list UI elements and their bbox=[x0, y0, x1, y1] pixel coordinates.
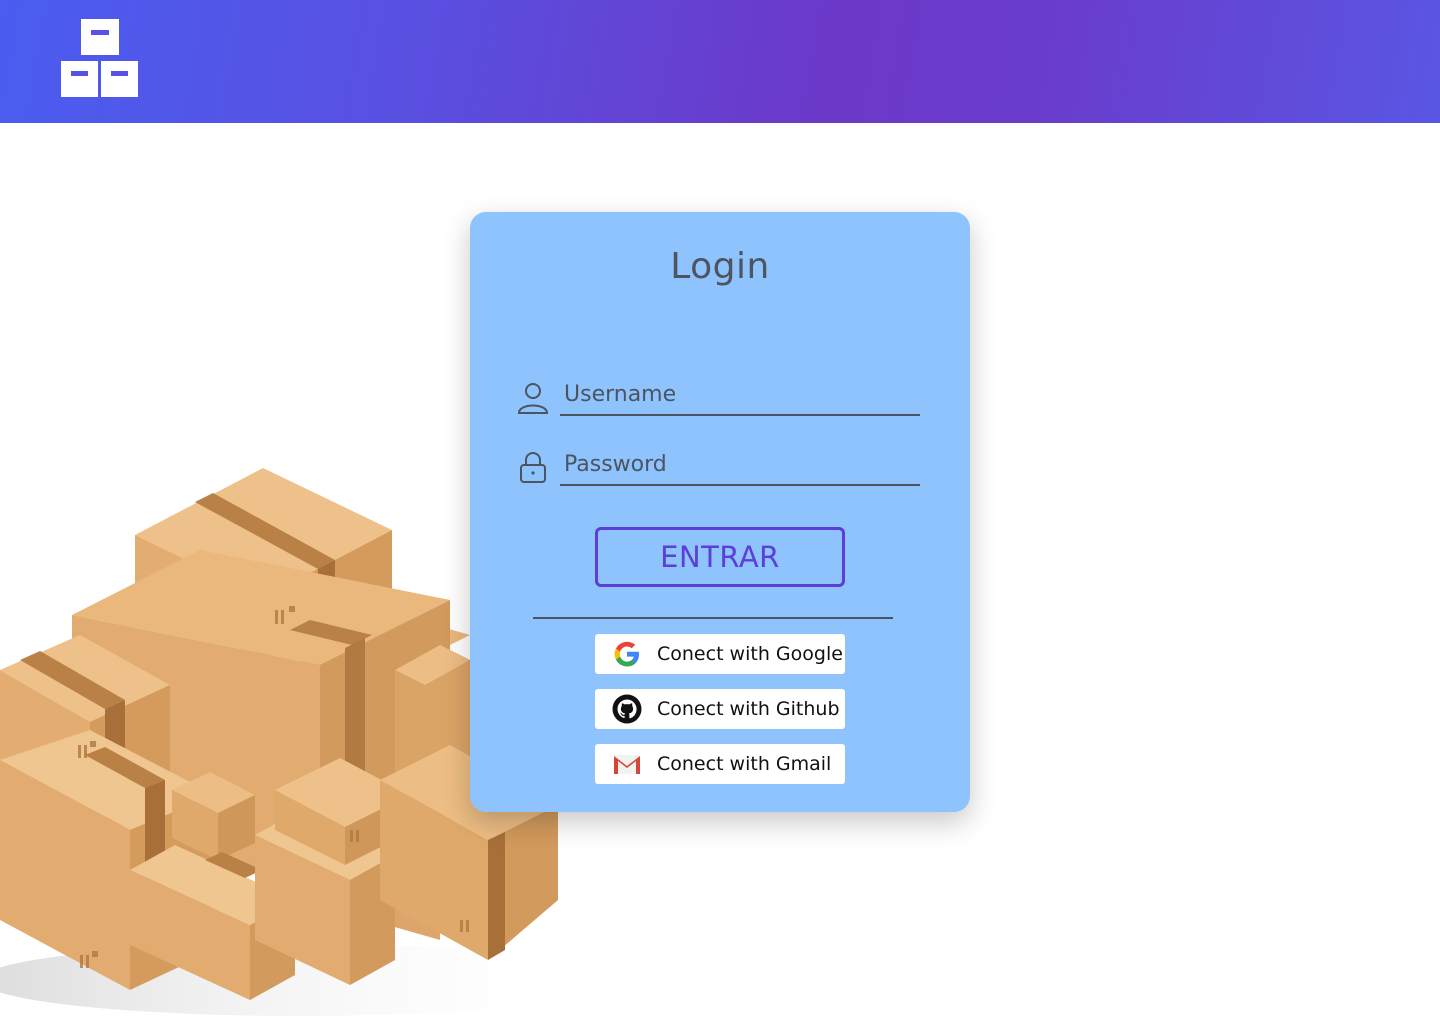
divider bbox=[533, 617, 893, 619]
header-bar bbox=[0, 0, 1440, 123]
login-card: Login Username Password ENTRAR Conect wi… bbox=[470, 212, 970, 812]
gmail-icon bbox=[614, 755, 640, 774]
password-placeholder[interactable]: Password bbox=[564, 452, 667, 477]
google-login-label: Conect with Google bbox=[657, 643, 843, 665]
google-login-button[interactable]: Conect with Google bbox=[595, 634, 845, 674]
google-icon bbox=[614, 641, 640, 667]
gmail-login-button[interactable]: Conect with Gmail bbox=[595, 744, 845, 784]
entrar-button[interactable]: ENTRAR bbox=[595, 527, 845, 587]
gmail-login-label: Conect with Gmail bbox=[657, 753, 832, 775]
github-icon bbox=[612, 694, 642, 724]
boxes-logo-icon[interactable] bbox=[61, 19, 138, 97]
lock-icon bbox=[520, 452, 546, 483]
user-icon bbox=[517, 383, 549, 414]
username-placeholder[interactable]: Username bbox=[564, 382, 676, 407]
github-login-label: Conect with Github bbox=[657, 698, 840, 720]
password-field[interactable]: Password bbox=[516, 448, 920, 492]
username-underline bbox=[560, 414, 920, 416]
username-field[interactable]: Username bbox=[516, 378, 920, 422]
password-underline bbox=[560, 484, 920, 486]
login-title: Login bbox=[670, 246, 770, 287]
github-login-button[interactable]: Conect with Github bbox=[595, 689, 845, 729]
